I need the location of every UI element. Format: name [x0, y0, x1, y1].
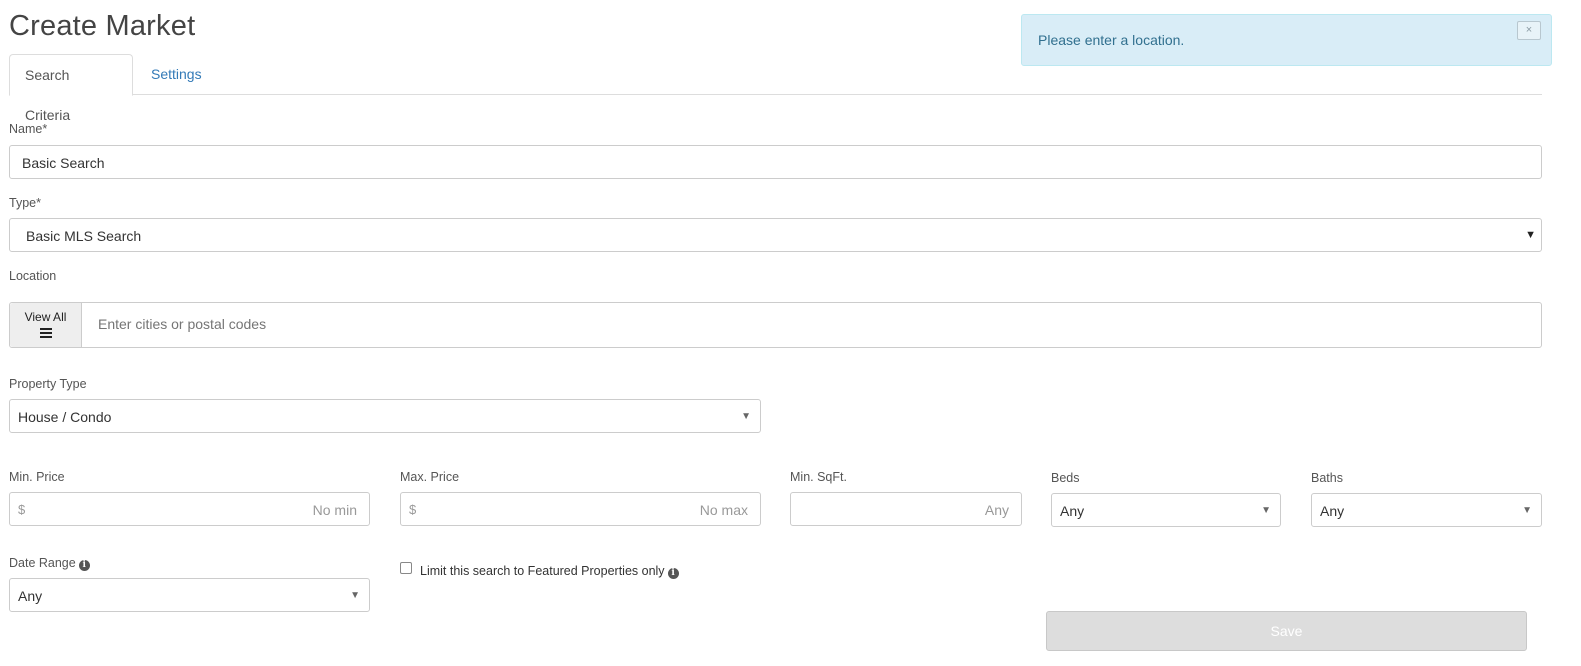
min-sqft-input[interactable]: Any — [790, 492, 1022, 526]
caret-down-icon: ▼ — [1261, 505, 1271, 516]
property-type-label: Property Type — [9, 377, 87, 391]
list-icon — [39, 328, 52, 338]
date-range-value: Any — [18, 588, 43, 604]
type-select[interactable]: Basic MLS Search ▼ — [9, 218, 1542, 252]
baths-select[interactable]: Any ▼ — [1311, 493, 1542, 527]
close-icon[interactable]: × — [1517, 21, 1541, 40]
featured-only-label-text: Limit this search to Featured Properties… — [420, 564, 665, 578]
view-all-label: View All — [24, 310, 67, 324]
create-market-page: Create Market Please enter a location. ×… — [0, 0, 1581, 666]
min-price-label: Min. Price — [9, 470, 65, 484]
caret-down-icon: ▼ — [350, 590, 360, 601]
beds-label: Beds — [1051, 471, 1080, 485]
baths-label: Baths — [1311, 471, 1343, 485]
dollar-prefix: $ — [18, 502, 26, 517]
max-price-placeholder: No max — [699, 502, 748, 518]
caret-down-icon: ▼ — [741, 411, 751, 422]
tab-bar: Search Criteria Settings — [9, 54, 1542, 123]
caret-down-icon: ▼ — [1525, 229, 1536, 241]
name-input[interactable]: Basic Search — [9, 145, 1542, 179]
date-range-select[interactable]: Any ▼ — [9, 578, 370, 612]
location-group: View All — [9, 302, 1542, 348]
min-price-placeholder: No min — [312, 502, 357, 518]
property-type-value: House / Condo — [18, 409, 112, 425]
alert-message: Please enter a location. — [1038, 32, 1185, 48]
baths-value: Any — [1320, 503, 1345, 519]
location-input[interactable] — [98, 316, 1498, 332]
property-type-select[interactable]: House / Condo ▼ — [9, 399, 761, 433]
dollar-prefix: $ — [409, 502, 417, 517]
page-title: Create Market — [9, 10, 196, 42]
tab-search-criteria[interactable]: Search Criteria — [9, 54, 133, 123]
name-label: Name* — [9, 122, 48, 136]
beds-value: Any — [1060, 503, 1085, 519]
date-range-label-text: Date Range — [9, 556, 76, 570]
featured-only-checkbox[interactable] — [400, 562, 412, 574]
date-range-label: Date Range i — [9, 556, 90, 571]
beds-select[interactable]: Any ▼ — [1051, 493, 1281, 527]
max-price-input[interactable]: $ No max — [400, 492, 761, 526]
info-circle-icon[interactable]: i — [78, 560, 90, 571]
type-value: Basic MLS Search — [26, 228, 142, 244]
info-circle-icon[interactable]: i — [667, 568, 679, 579]
max-price-label: Max. Price — [400, 470, 460, 484]
tab-settings[interactable]: Settings — [136, 54, 217, 96]
featured-only-label: Limit this search to Featured Properties… — [420, 564, 679, 579]
min-sqft-label: Min. SqFt. — [790, 470, 847, 484]
view-all-button[interactable]: View All — [10, 303, 82, 347]
name-value: Basic Search — [22, 155, 105, 171]
caret-down-icon: ▼ — [1522, 505, 1532, 516]
save-button[interactable]: Save — [1046, 611, 1527, 651]
min-sqft-placeholder: Any — [984, 502, 1009, 518]
type-label: Type* — [9, 196, 41, 210]
location-label: Location — [9, 269, 57, 283]
min-price-input[interactable]: $ No min — [9, 492, 370, 526]
